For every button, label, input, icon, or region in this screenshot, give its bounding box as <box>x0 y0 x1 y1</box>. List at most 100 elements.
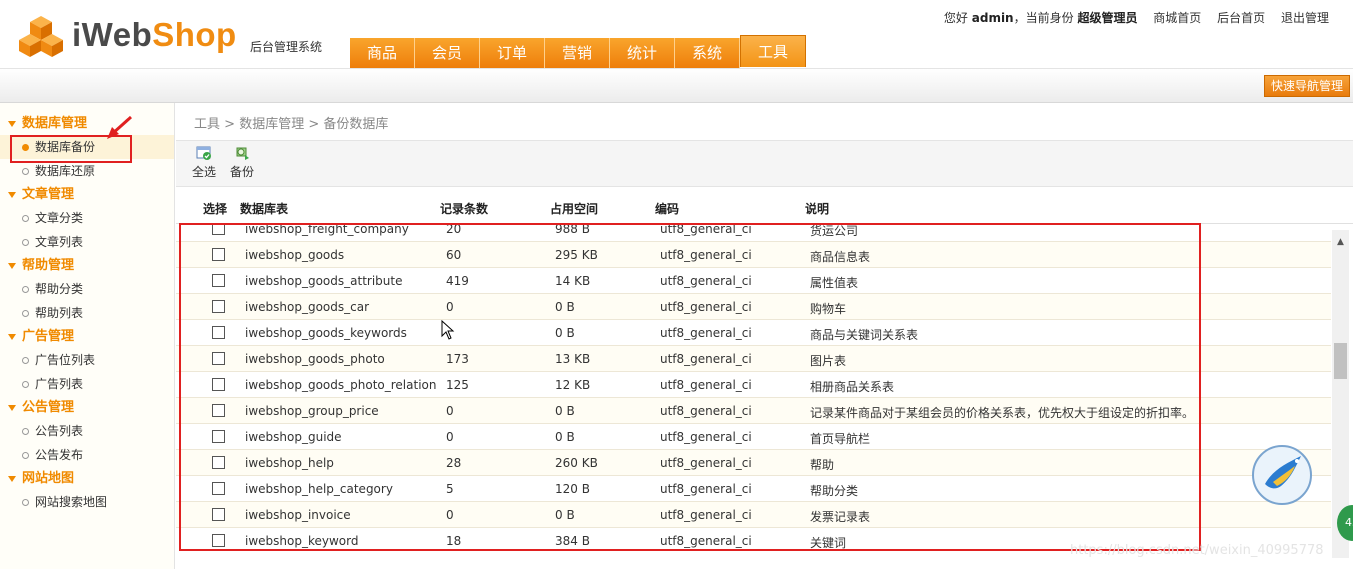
cell-table-name: iwebshop_group_price <box>245 404 379 418</box>
table-row: iwebshop_group_price 0 0 B utf8_general_ci 记… <box>176 398 1331 424</box>
sidebar-item-help-list[interactable]: 帮助列表 <box>0 301 174 325</box>
sidebar-group-label: 网站地图 <box>22 471 75 486</box>
row-checkbox[interactable] <box>212 430 225 443</box>
sidebar-item-notice-list[interactable]: 公告列表 <box>0 419 174 443</box>
sidebar-group-sitemap[interactable]: 网站地图 <box>0 467 174 490</box>
cell-table-name: iwebshop_goods_keywords <box>245 326 407 340</box>
logo-text-iweb: iWeb <box>72 16 153 53</box>
cell-table-name: iwebshop_goods_car <box>245 300 370 314</box>
link-store-home[interactable]: 商城首页 <box>1153 11 1201 25</box>
cell-record-count: 0 <box>446 508 454 522</box>
table-row: iwebshop_goods_car 0 0 B utf8_general_ci 购物车 <box>176 294 1331 320</box>
row-checkbox[interactable] <box>212 274 225 287</box>
sidebar-item-notice-publish[interactable]: 公告发布 <box>0 443 174 467</box>
cell-encoding: utf8_general_ci <box>660 456 752 470</box>
sidebar-group-article[interactable]: 文章管理 <box>0 183 174 206</box>
cell-description: 发票记录表 <box>810 510 871 524</box>
sidebar-item-search-sitemap[interactable]: 网站搜索地图 <box>0 490 174 514</box>
annotation-arrow-icon <box>107 115 133 139</box>
cell-encoding: utf8_general_ci <box>660 534 752 548</box>
breadcrumb-item-tools[interactable]: 工具 <box>194 117 220 132</box>
cell-description: 属性值表 <box>810 276 859 290</box>
scroll-up-icon[interactable]: ▲ <box>1332 232 1349 252</box>
breadcrumb: 工具 > 数据库管理 > 备份数据库 <box>194 117 389 132</box>
sidebar-item-help-category[interactable]: 帮助分类 <box>0 277 174 301</box>
breadcrumb-item-db-manage[interactable]: 数据库管理 <box>239 117 304 132</box>
tab-members[interactable]: 会员 <box>415 38 480 68</box>
row-checkbox[interactable] <box>212 456 225 469</box>
tab-statistics[interactable]: 统计 <box>610 38 675 68</box>
sidebar-item-label: 公告发布 <box>35 448 84 462</box>
sidebar-item-article-category[interactable]: 文章分类 <box>0 206 174 230</box>
cell-size: 0 B <box>555 430 575 444</box>
bullet-icon <box>22 310 29 317</box>
watermark-text: https://blog.csdn.net/weixin_40995778 <box>1070 543 1324 558</box>
sidebar-item-article-list[interactable]: 文章列表 <box>0 230 174 254</box>
row-checkbox[interactable] <box>212 248 225 261</box>
sidebar-item-ad-positions[interactable]: 广告位列表 <box>0 348 174 372</box>
tab-orders[interactable]: 订单 <box>480 38 545 68</box>
cell-record-count: 173 <box>446 352 469 366</box>
row-checkbox[interactable] <box>212 534 225 547</box>
triangle-down-icon <box>8 262 16 269</box>
sidebar-group-notice[interactable]: 公告管理 <box>0 396 174 419</box>
tab-system[interactable]: 系统 <box>675 38 740 68</box>
cell-description: 帮助 <box>810 458 835 472</box>
cell-table-name: iwebshop_keyword <box>245 534 359 548</box>
tab-tools[interactable]: 工具 <box>740 35 806 67</box>
row-checkbox[interactable] <box>212 404 225 417</box>
main-tabs: 商品 会员 订单 营销 统计 系统 工具 <box>350 35 806 68</box>
cell-encoding: utf8_general_ci <box>660 326 752 340</box>
table-header: 选择 数据库表 记录条数 占用空间 编码 说明 <box>176 195 1353 224</box>
sidebar-group-ads[interactable]: 广告管理 <box>0 325 174 348</box>
cell-size: 13 KB <box>555 352 591 366</box>
header: iWebShop 后台管理系统 您好 admin，当前身份 超级管理员 商城首页… <box>0 0 1353 69</box>
triangle-down-icon <box>8 120 16 127</box>
bullet-icon <box>22 357 29 364</box>
cell-table-name: iwebshop_goods_attribute <box>245 274 403 288</box>
link-admin-home[interactable]: 后台首页 <box>1217 11 1265 25</box>
sidebar-group-help[interactable]: 帮助管理 <box>0 254 174 277</box>
toolbar: 全选 备份 <box>176 140 1353 187</box>
logo-wordmark: iWebShop <box>72 16 237 54</box>
bird-floating-icon[interactable] <box>1251 444 1313 506</box>
header-links: 商城首页 后台首页 退出管理 <box>1141 11 1329 25</box>
cell-encoding: utf8_general_ci <box>660 352 752 366</box>
sidebar-item-label: 文章列表 <box>35 235 84 249</box>
cell-table-name: iwebshop_help_category <box>245 482 393 496</box>
bullet-icon <box>22 499 29 506</box>
sidebar-item-ad-list[interactable]: 广告列表 <box>0 372 174 396</box>
cell-table-name: iwebshop_freight_company <box>245 223 409 236</box>
cell-table-name: iwebshop_guide <box>245 430 342 444</box>
sidebar-item-label: 帮助列表 <box>35 306 84 320</box>
row-checkbox[interactable] <box>212 352 225 365</box>
tab-goods[interactable]: 商品 <box>350 38 415 68</box>
backup-button[interactable]: 备份 <box>224 145 260 180</box>
cell-encoding: utf8_general_ci <box>660 378 752 392</box>
sidebar-group-database[interactable]: 数据库管理 <box>0 112 174 135</box>
scrollbar-thumb[interactable] <box>1334 343 1347 379</box>
select-all-icon <box>196 146 211 160</box>
col-header-size: 占用空间 <box>550 202 599 216</box>
tab-marketing[interactable]: 营销 <box>545 38 610 68</box>
mouse-cursor-icon <box>441 320 455 340</box>
cell-table-name: iwebshop_goods_photo_relation <box>245 378 437 392</box>
row-checkbox[interactable] <box>212 482 225 495</box>
cell-size: 295 KB <box>555 248 598 262</box>
row-checkbox[interactable] <box>212 223 225 235</box>
select-all-button[interactable]: 全选 <box>186 145 222 180</box>
cell-record-count: 60 <box>446 248 462 262</box>
table-row: iwebshop_invoice 0 0 B utf8_general_ci 发票记录表 <box>176 502 1331 528</box>
table-row: iwebshop_goods_photo_relation 125 12 KB utf… <box>176 372 1331 398</box>
col-header-encoding: 编码 <box>655 202 680 216</box>
row-checkbox[interactable] <box>212 326 225 339</box>
sidebar-item-label: 文章分类 <box>35 211 84 225</box>
table-row: iwebshop_goods_keywords 0 B utf8_general_c… <box>176 320 1331 346</box>
row-checkbox[interactable] <box>212 300 225 313</box>
quick-nav-button[interactable]: 快速导航管理 <box>1263 75 1350 97</box>
cell-table-name: iwebshop_help <box>245 456 334 470</box>
cell-description: 记录某件商品对于某组会员的价格关系表，优先权大于组设定的折扣率。 <box>810 406 1195 420</box>
row-checkbox[interactable] <box>212 508 225 521</box>
link-logout[interactable]: 退出管理 <box>1281 11 1329 25</box>
row-checkbox[interactable] <box>212 378 225 391</box>
